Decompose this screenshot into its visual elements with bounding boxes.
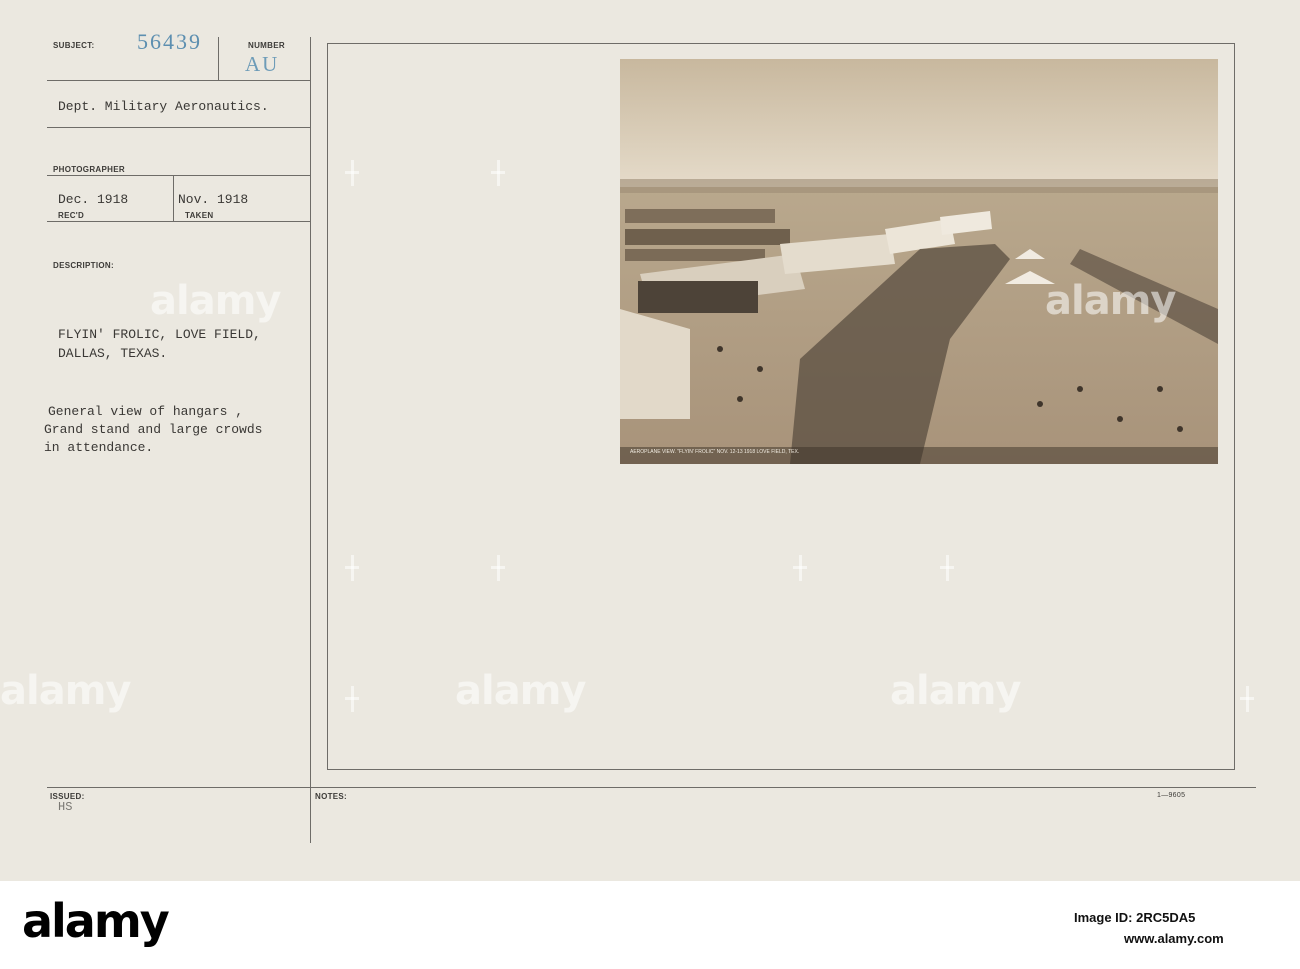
taken-date: Nov. 1918 (178, 192, 249, 207)
number-stamp: AU (245, 52, 280, 76)
watermark-plus (491, 160, 505, 186)
rule-issued (47, 787, 310, 788)
watermark-plus (345, 160, 359, 186)
alamy-logo: alamy (22, 894, 170, 948)
description-body-line2: Grand stand and large crowds (44, 422, 263, 437)
archive-record-card: SUBJECT: 56439 NUMBER AU Dept. Military … (0, 0, 1300, 881)
rule-dates (47, 221, 310, 222)
notes-label: NOTES: (315, 792, 348, 801)
description-body-line1: General view of hangars , (48, 404, 244, 419)
subject-label: SUBJECT: (53, 41, 95, 50)
watermark-plus (1240, 686, 1254, 712)
rule-subject (47, 80, 310, 81)
rule-notes (310, 787, 1256, 788)
watermark-plus (793, 555, 807, 581)
watermark-left-top: alamy (150, 278, 281, 324)
received-label: REC'D (58, 211, 85, 220)
rule-department (47, 127, 310, 128)
watermark-photo: alamy (1045, 278, 1176, 324)
frame-left (327, 43, 328, 770)
watermark-center-bottom: alamy (455, 668, 586, 714)
stock-info: Image ID: 2RC5DA5 www.alamy.com (990, 881, 1300, 969)
watermark-left-bottom: alamy (0, 668, 131, 714)
photographer-label: PHOTOGRAPHER (53, 165, 125, 174)
number-label: NUMBER (248, 41, 285, 50)
photo-scene (620, 59, 1218, 464)
taken-label: TAKEN (185, 211, 214, 220)
description-body-line3: in attendance. (44, 440, 154, 455)
image-id: Image ID: 2RC5DA5 (1074, 910, 1196, 925)
issued-stamp: HS (58, 800, 73, 814)
rule-photographer (47, 175, 310, 176)
received-date: Dec. 1918 (58, 192, 129, 207)
form-code: 1—9605 (1157, 792, 1186, 799)
description-title-line1: FLYIN' FROLIC, LOVE FIELD, (58, 327, 261, 342)
subject-number-divider (218, 37, 219, 80)
watermark-right-bottom: alamy (890, 668, 1021, 714)
department: Dept. Military Aeronautics. (58, 99, 269, 114)
column-divider (310, 37, 311, 843)
watermark-plus (345, 555, 359, 581)
watermark-plus (940, 555, 954, 581)
description-title-line2: DALLAS, TEXAS. (58, 346, 168, 361)
frame-top (327, 43, 1235, 44)
aerial-photograph: AEROPLANE VIEW. "FLYIN' FROLIC" NOV. 12-… (620, 59, 1218, 464)
subject-number: 56439 (137, 29, 202, 54)
site-url: www.alamy.com (1124, 931, 1224, 946)
watermark-plus (345, 686, 359, 712)
date-divider (173, 175, 174, 221)
description-label: DESCRIPTION: (53, 261, 114, 270)
frame-bottom (327, 769, 1235, 770)
watermark-plus (491, 555, 505, 581)
frame-right (1234, 43, 1235, 770)
photo-caption: AEROPLANE VIEW. "FLYIN' FROLIC" NOV. 12-… (630, 449, 800, 455)
